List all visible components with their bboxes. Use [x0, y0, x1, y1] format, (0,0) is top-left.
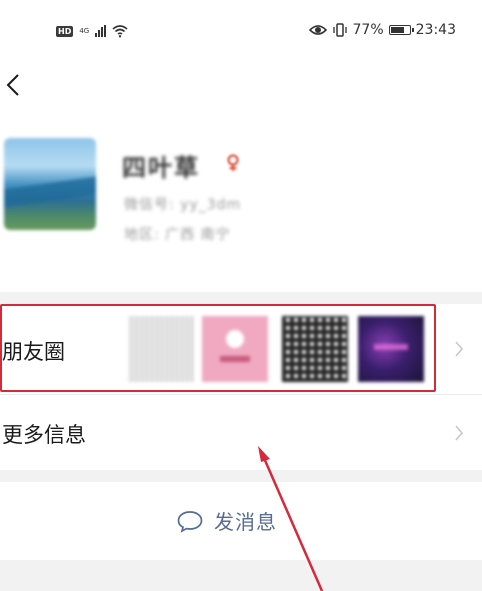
moments-thumbnail — [282, 316, 348, 382]
moments-thumbnail — [128, 316, 194, 382]
vibrate-icon — [332, 23, 347, 37]
moments-thumbnail — [202, 316, 268, 382]
status-left: HD 4G — [56, 24, 128, 38]
send-message-button[interactable]: 发消息 — [176, 506, 277, 535]
section-divider — [0, 470, 482, 482]
back-arrow-icon[interactable] — [2, 70, 28, 100]
more-info-label: 更多信息 — [2, 423, 86, 447]
female-icon — [227, 154, 239, 171]
avatar[interactable] — [4, 138, 96, 230]
chat-bubble-icon — [177, 510, 203, 533]
chevron-right-icon — [455, 341, 464, 357]
status-bar: HD 4G 77% 23:43 — [0, 0, 482, 62]
moments-row[interactable]: 朋友圈 — [0, 304, 482, 394]
signal-icon — [95, 25, 107, 37]
profile-header: 四叶草 微信号: yy_3dm 地区: 广西 南宁 — [0, 112, 482, 292]
battery-icon — [388, 25, 414, 35]
moments-label: 朋友圈 — [2, 340, 65, 364]
wifi-icon — [112, 25, 128, 38]
section-divider — [0, 292, 482, 304]
bottom-area — [0, 560, 482, 591]
moments-thumbnail — [358, 316, 424, 382]
profile-name: 四叶草 — [122, 154, 200, 182]
more-info-row[interactable]: 更多信息 — [0, 394, 482, 471]
region: 地区: 广西 南宁 — [124, 227, 231, 243]
wechat-id: 微信号: yy_3dm — [124, 197, 242, 213]
clock: 23:43 — [415, 22, 456, 38]
send-message-row: 发消息 — [0, 482, 482, 560]
hd-badge: HD — [56, 25, 74, 37]
network-type: 4G — [79, 26, 90, 35]
send-message-label: 发消息 — [214, 510, 277, 534]
eye-icon — [308, 25, 327, 35]
chevron-right-icon — [455, 425, 464, 441]
battery-percent: 77% — [352, 22, 384, 38]
status-right: 77% 23:43 — [308, 22, 456, 38]
